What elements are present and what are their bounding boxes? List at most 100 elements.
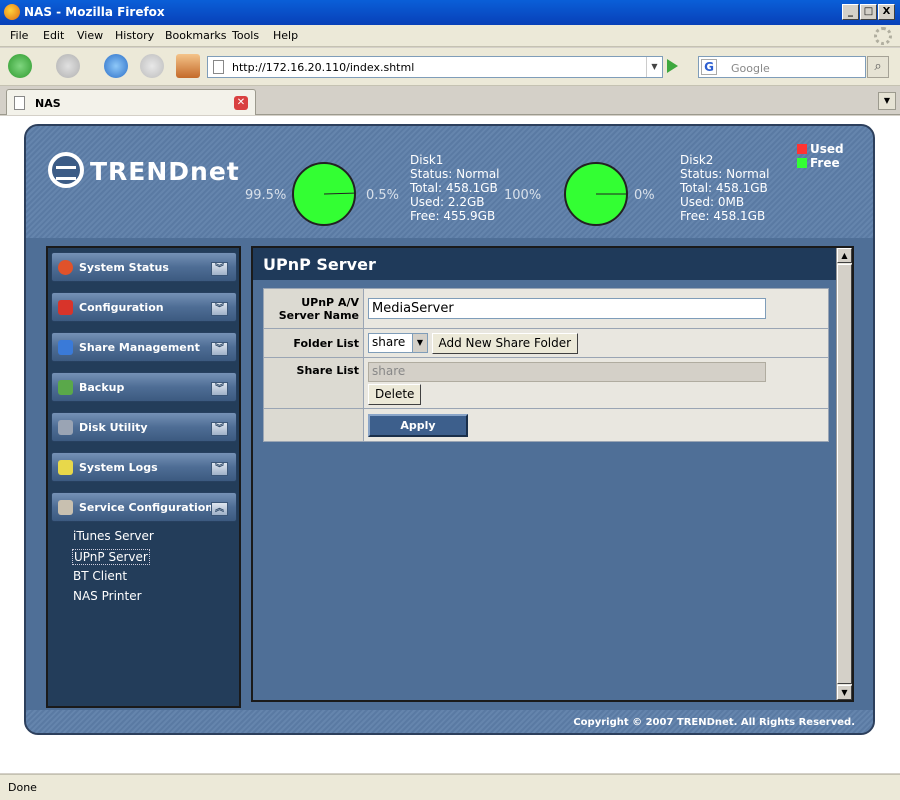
nas-header: TRENDnet 99.5% 0.5% Disk1 Status: Normal… (26, 126, 873, 238)
home-icon[interactable] (176, 54, 200, 78)
google-icon[interactable]: G (701, 59, 717, 75)
search-icon[interactable]: ⌕ (867, 56, 889, 78)
disk2-used: Used: 0MB (680, 195, 745, 209)
page-icon (213, 60, 224, 74)
chevron-down-icon[interactable]: ︾ (211, 262, 228, 276)
sidebar-item-share-management[interactable]: Share Management ︾ (51, 332, 237, 362)
sidebar-item-label: Backup (79, 381, 125, 394)
scroll-thumb[interactable] (837, 264, 852, 684)
chevron-down-icon[interactable]: ︾ (211, 462, 228, 476)
submenu-itunes-server[interactable]: iTunes Server (73, 529, 154, 543)
tab-label: NAS (35, 97, 61, 110)
sidebar-item-label: System Logs (79, 461, 158, 474)
menu-view[interactable]: View (77, 29, 103, 42)
sidebar-item-system-logs[interactable]: System Logs ︾ (51, 452, 237, 482)
search-placeholder: Google (731, 62, 770, 75)
disk1-status: Status: Normal (410, 167, 500, 181)
legend-used-label: Used (810, 142, 844, 156)
server-name-input[interactable] (368, 298, 766, 319)
share-list-item[interactable]: share (372, 364, 405, 378)
chevron-up-icon[interactable]: ︽ (211, 502, 228, 516)
url-text: http://172.16.20.110/index.shtml (232, 61, 415, 74)
status-bar: Done (0, 774, 900, 800)
menu-edit[interactable]: Edit (43, 29, 64, 42)
delete-button[interactable]: Delete (368, 383, 422, 405)
form-row-folder: Folder List share ▼ Add New Share Folder (263, 328, 829, 358)
window-titlebar: NAS - Mozilla Firefox _ □ X (0, 0, 900, 25)
main-panel: UPnP Server UPnP A/V Server Name Folder … (251, 246, 854, 702)
menu-bar: File Edit View History Bookmarks Tools H… (0, 25, 900, 47)
share-list-cell: share Delete (363, 357, 829, 409)
page-title: UPnP Server (253, 248, 836, 280)
disk1-free: Free: 455.9GB (410, 209, 496, 223)
nas-panel: TRENDnet 99.5% 0.5% Disk1 Status: Normal… (24, 124, 875, 735)
sidebar-item-system-status[interactable]: System Status ︾ (51, 252, 237, 282)
disk2-used-pct: 0% (634, 188, 655, 203)
used-swatch (797, 144, 807, 154)
disk1-total: Total: 458.1GB (410, 181, 498, 195)
submenu-upnp-server[interactable]: UPnP Server (72, 549, 150, 565)
folder-select[interactable]: share ▼ (368, 333, 428, 353)
service-icon (58, 500, 73, 515)
list-all-tabs-icon[interactable]: ▼ (878, 92, 896, 110)
sidebar-item-disk-utility[interactable]: Disk Utility ︾ (51, 412, 237, 442)
copyright-text: Copyright © 2007 TRENDnet. All Rights Re… (573, 717, 855, 728)
disk1-pie-svg (323, 192, 354, 195)
close-tab-icon[interactable]: ✕ (234, 96, 248, 110)
forward-icon[interactable] (56, 54, 80, 78)
folder-select-value: share (372, 335, 406, 349)
search-input[interactable]: G Google (698, 56, 866, 78)
go-icon[interactable] (667, 59, 678, 73)
tab-nas[interactable]: NAS ✕ (6, 89, 256, 115)
folder-list-label: Folder List (263, 328, 364, 358)
url-bar[interactable]: http://172.16.20.110/index.shtml ▼ (207, 56, 663, 78)
sidebar-item-configuration[interactable]: Configuration ︾ (51, 292, 237, 322)
chevron-down-icon[interactable]: ▼ (412, 334, 427, 352)
share-icon (58, 340, 73, 355)
tab-bar: NAS ✕ ▼ (0, 87, 900, 115)
disk1-free-pct: 99.5% (245, 188, 287, 203)
disk2-pie-chart (564, 162, 628, 226)
disk2-pie-svg (596, 193, 626, 195)
menu-help[interactable]: Help (273, 29, 298, 42)
main-scrollbar[interactable]: ▲ ▼ (836, 248, 852, 700)
maximize-button[interactable]: □ (860, 4, 877, 20)
add-share-folder-button[interactable]: Add New Share Folder (431, 332, 579, 354)
disk2-name: Disk2 (680, 153, 714, 167)
chevron-down-icon[interactable]: ︾ (211, 382, 228, 396)
disk-icon (58, 420, 73, 435)
stop-icon[interactable] (140, 54, 164, 78)
minimize-button[interactable]: _ (842, 4, 859, 20)
sidebar-item-label: System Status (79, 261, 169, 274)
disk-legend: Used Free (797, 142, 844, 170)
trendnet-logo-icon (48, 152, 84, 188)
sidebar-item-service-configuration[interactable]: Service Configuration ︽ (51, 492, 237, 522)
chevron-down-icon[interactable]: ︾ (211, 302, 228, 316)
menu-bookmarks[interactable]: Bookmarks (165, 29, 226, 42)
submenu-bt-client[interactable]: BT Client (73, 569, 127, 583)
url-dropdown-icon[interactable]: ▼ (646, 57, 662, 77)
apply-button[interactable]: Apply (368, 413, 468, 437)
menu-file[interactable]: File (10, 29, 28, 42)
share-listbox[interactable]: share (368, 361, 766, 382)
menu-tools[interactable]: Tools (232, 29, 259, 42)
server-name-label: UPnP A/V Server Name (263, 288, 364, 329)
back-icon[interactable] (8, 54, 32, 78)
disk2-free: Free: 458.1GB (680, 209, 766, 223)
scroll-down-icon[interactable]: ▼ (837, 685, 852, 700)
scroll-up-icon[interactable]: ▲ (837, 248, 852, 263)
sidebar: System Status ︾ Configuration ︾ Share Ma… (46, 246, 241, 708)
disk1-used: Used: 2.2GB (410, 195, 485, 209)
navigation-toolbar: http://172.16.20.110/index.shtml ▼ G Goo… (0, 48, 900, 86)
disk1-used-pct: 0.5% (366, 188, 400, 203)
window-title: NAS - Mozilla Firefox (24, 5, 165, 19)
reload-icon[interactable] (104, 54, 128, 78)
sidebar-item-backup[interactable]: Backup ︾ (51, 372, 237, 402)
chevron-down-icon[interactable]: ︾ (211, 422, 228, 436)
menu-history[interactable]: History (115, 29, 154, 42)
submenu-nas-printer[interactable]: NAS Printer (73, 589, 142, 603)
close-window-button[interactable]: X (878, 4, 895, 20)
info-icon (58, 260, 73, 275)
disk2-total: Total: 458.1GB (680, 181, 768, 195)
chevron-down-icon[interactable]: ︾ (211, 342, 228, 356)
